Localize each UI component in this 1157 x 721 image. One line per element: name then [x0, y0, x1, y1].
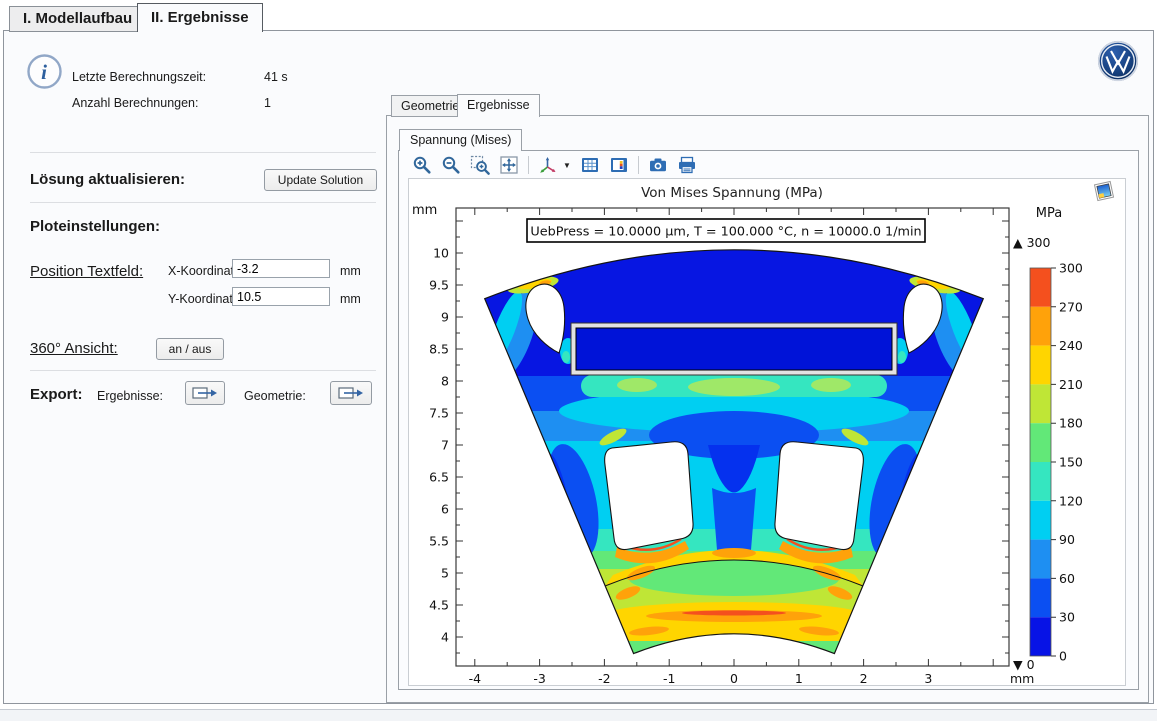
plot-tab-spannung-mises[interactable]: Spannung (Mises): [399, 129, 522, 151]
svg-text:180: 180: [1059, 416, 1083, 431]
export-results-button[interactable]: [185, 381, 225, 405]
export-heading: Export:: [30, 386, 83, 403]
grid-toggle-icon[interactable]: [580, 155, 600, 175]
divider: [30, 202, 376, 203]
info-icon: i: [26, 53, 63, 90]
svg-text:-1: -1: [663, 671, 675, 685]
view-360-toggle-button[interactable]: an / aus: [156, 338, 224, 360]
plot-canvas[interactable]: Von Mises Spannung (MPa): [408, 178, 1126, 686]
zoom-in-icon[interactable]: [412, 155, 432, 175]
svg-text:-3: -3: [533, 671, 545, 685]
x-axis-unit: mm: [1010, 671, 1034, 685]
textfield-position-label: Position Textfeld:: [30, 263, 143, 280]
calc-count-value: 1: [264, 96, 271, 110]
update-solution-button[interactable]: Update Solution: [264, 169, 377, 191]
update-solution-label: Lösung aktualisieren:: [30, 171, 185, 188]
divider: [30, 370, 376, 371]
snapshot-camera-icon[interactable]: [648, 155, 668, 175]
svg-text:-2: -2: [598, 671, 610, 685]
svg-text:150: 150: [1059, 455, 1083, 470]
svg-text:8.5: 8.5: [429, 342, 449, 357]
svg-text:4: 4: [441, 630, 449, 645]
zoom-extents-icon[interactable]: [499, 155, 519, 175]
tab-modellaufbau[interactable]: I. Modellaufbau: [9, 6, 146, 32]
svg-text:0: 0: [730, 671, 738, 685]
x-coordinate-unit: mm: [340, 264, 361, 278]
x-tick-labels: -4 -3 -2 -1 0 1 2 3: [469, 671, 933, 685]
export-geometry-button[interactable]: [330, 381, 372, 405]
legend-toggle-icon[interactable]: [609, 155, 629, 175]
magnet-slot: [571, 323, 897, 375]
viewer-tab-ergebnisse[interactable]: Ergebnisse: [457, 94, 540, 117]
svg-text:UebPress = 10.0000 µm, T = 100: UebPress = 10.0000 µm, T = 100.000 °C, n…: [530, 225, 921, 240]
left-lower-hole: [605, 442, 693, 550]
export-geometry-label: Geometrie:: [244, 389, 306, 403]
svg-text:-4: -4: [469, 671, 482, 685]
colorbar: MPa ▲ 300 ▼ 0 300 270 240 210 180 150 12…: [1013, 206, 1083, 672]
parameter-annotation: UebPress = 10.0000 µm, T = 100.000 °C, n…: [527, 219, 925, 242]
svg-text:300: 300: [1059, 261, 1083, 276]
last-calc-time-label: Letzte Berechnungszeit:: [72, 70, 206, 84]
von-mises-plot[interactable]: Von Mises Spannung (MPa): [409, 179, 1125, 685]
chevron-down-icon[interactable]: ▼: [563, 161, 571, 170]
vw-logo: [1097, 40, 1139, 82]
tab-ergebnisse[interactable]: II. Ergebnisse: [137, 3, 263, 32]
svg-text:60: 60: [1059, 571, 1075, 586]
y-coordinate-unit: mm: [340, 292, 361, 306]
svg-text:240: 240: [1059, 338, 1083, 353]
view-orientation-icon[interactable]: [538, 155, 558, 175]
svg-text:4.5: 4.5: [429, 598, 449, 613]
toolbar-separator: [528, 156, 529, 174]
svg-text:10: 10: [433, 246, 449, 261]
svg-text:210: 210: [1059, 377, 1083, 392]
last-calc-time-value: 41 s: [264, 70, 288, 84]
svg-text:6: 6: [441, 502, 449, 517]
svg-text:6.5: 6.5: [429, 470, 449, 485]
colorbar-unit: MPa: [1036, 206, 1062, 221]
svg-text:90: 90: [1059, 532, 1075, 547]
svg-text:5: 5: [441, 566, 449, 581]
plot-title: Von Mises Spannung (MPa): [641, 185, 823, 201]
divider: [30, 152, 376, 153]
window-bottom-strip: [0, 709, 1157, 721]
zoom-out-icon[interactable]: [441, 155, 461, 175]
zoom-box-icon[interactable]: [470, 155, 490, 175]
svg-text:30: 30: [1059, 610, 1075, 625]
export-results-label: Ergebnisse:: [97, 389, 163, 403]
calc-count-label: Anzahl Berechnungen:: [72, 96, 198, 110]
svg-text:2: 2: [860, 671, 868, 685]
svg-text:i: i: [41, 60, 47, 84]
y-tick-labels: 10 9.5 9 8.5 8 7.5 7 6.5 6 5.5 5 4.5 4: [429, 246, 449, 645]
plot-thumbnail-icon[interactable]: [1095, 182, 1114, 201]
svg-text:7: 7: [441, 438, 449, 453]
svg-text:270: 270: [1059, 299, 1083, 314]
svg-text:9.5: 9.5: [429, 278, 449, 293]
x-coordinate-input[interactable]: [232, 259, 330, 278]
y-coordinate-input[interactable]: [232, 287, 330, 306]
svg-text:1: 1: [795, 671, 803, 685]
svg-text:8: 8: [441, 374, 449, 389]
colorbar-max-marker: ▲ 300: [1013, 235, 1050, 250]
export-icon: [192, 386, 218, 400]
svg-text:0: 0: [1059, 649, 1067, 664]
colorbar-tick-labels: 300 270 240 210 180 150 120 90 60 30 0: [1059, 261, 1083, 664]
colorbar-min-marker: ▼ 0: [1013, 657, 1035, 672]
view-360-label: 360° Ansicht:: [30, 340, 118, 357]
svg-text:120: 120: [1059, 493, 1083, 508]
print-icon[interactable]: [677, 155, 697, 175]
right-lower-hole: [775, 442, 863, 550]
export-icon: [338, 386, 364, 400]
plot-settings-heading: Ploteinstellungen:: [30, 218, 160, 235]
svg-text:3: 3: [924, 671, 932, 685]
svg-text:9: 9: [441, 310, 449, 325]
plot-toolbar: ▼: [402, 152, 1142, 178]
y-axis-unit: mm: [412, 203, 437, 218]
toolbar-separator: [638, 156, 639, 174]
svg-text:5.5: 5.5: [429, 534, 449, 549]
svg-text:7.5: 7.5: [429, 406, 449, 421]
